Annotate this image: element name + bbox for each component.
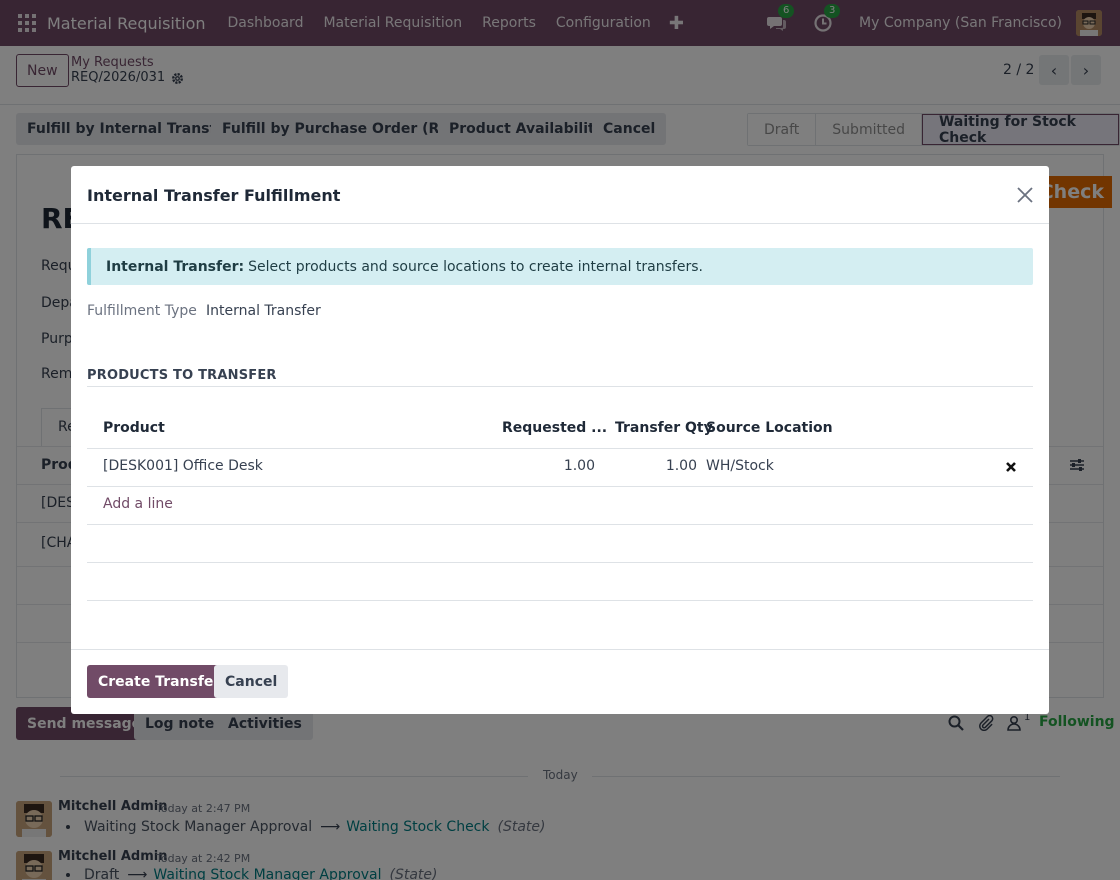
create-transfer-button[interactable]: Create Transfer [87, 665, 232, 698]
column-header-transfer-qty[interactable]: Transfer Qty [615, 420, 713, 436]
dialog-footer-divider [71, 649, 1049, 650]
close-icon[interactable] [1016, 186, 1034, 204]
alert-title: Internal Transfer: [106, 258, 245, 275]
section-title: PRODUCTS TO TRANSFER [87, 368, 277, 383]
fulfillment-type-value: Internal Transfer [206, 303, 321, 319]
table-divider [87, 600, 1033, 601]
delete-row-icon[interactable] [1005, 461, 1017, 473]
table-divider [87, 448, 1033, 449]
info-alert: Internal Transfer: Select products and s… [87, 248, 1033, 285]
product-cell[interactable]: [DESK001] Office Desk [103, 458, 263, 474]
column-header-source-location[interactable]: Source Location [706, 420, 833, 436]
cancel-button[interactable]: Cancel [214, 665, 289, 698]
dialog-header-divider [71, 223, 1049, 224]
table-divider [87, 486, 1033, 487]
dialog-title: Internal Transfer Fulfillment [87, 186, 341, 205]
table-divider [87, 562, 1033, 563]
column-header-product[interactable]: Product [103, 420, 165, 436]
table-divider [87, 524, 1033, 525]
fulfillment-type-label: Fulfillment Type [87, 303, 197, 319]
internal-transfer-dialog: Internal Transfer Fulfillment Internal T… [71, 166, 1049, 714]
add-line-link[interactable]: Add a line [103, 496, 173, 512]
section-divider [87, 386, 1033, 387]
transfer-qty-cell[interactable]: 1.00 [611, 458, 697, 474]
alert-text: Select products and source locations to … [248, 258, 703, 275]
requested-qty-cell: 1.00 [563, 458, 595, 474]
column-header-requested[interactable]: Requested ... [502, 420, 607, 436]
source-location-cell[interactable]: WH/Stock [706, 458, 774, 474]
